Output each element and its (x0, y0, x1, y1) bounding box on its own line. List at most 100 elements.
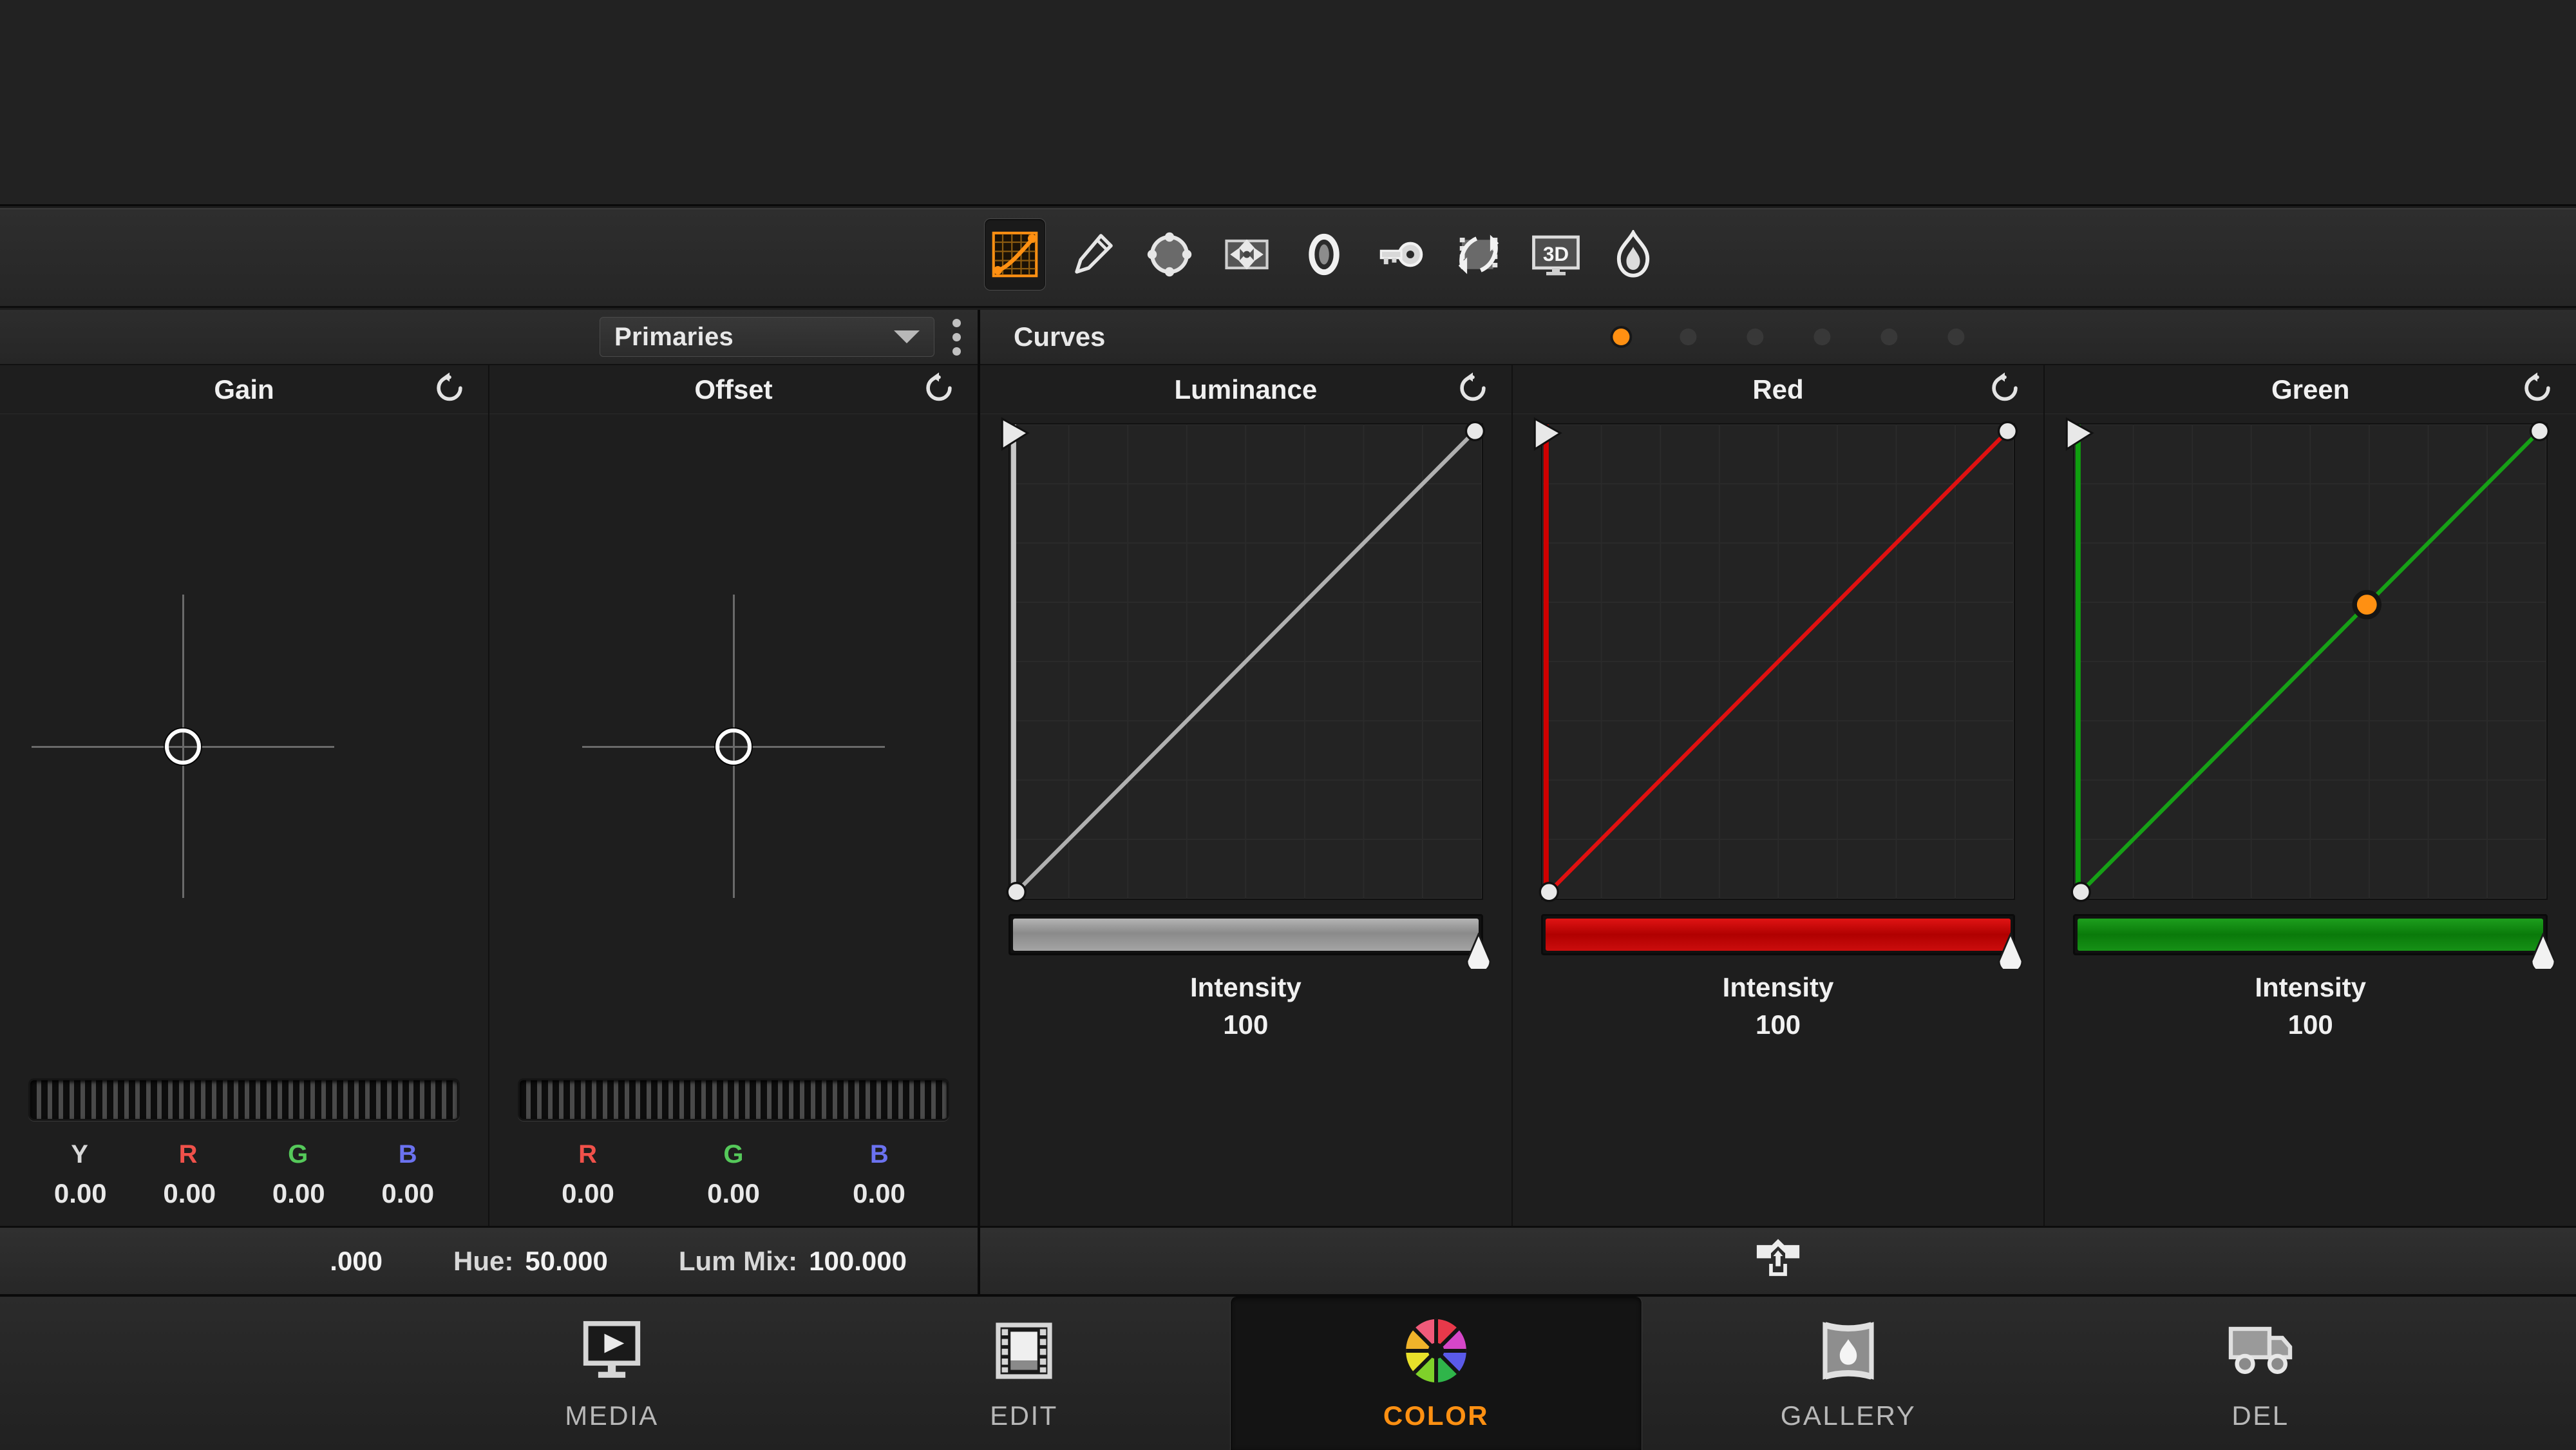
deliver-icon (2227, 1315, 2294, 1386)
viewer-area (0, 0, 2576, 204)
contrast-value: .000 (330, 1246, 383, 1277)
primaries-panel: Primaries Gain (0, 310, 980, 1294)
reset-icon[interactable] (922, 371, 956, 408)
gain-value-b[interactable]: 0.00 (381, 1178, 434, 1209)
page-dot-5[interactable] (1880, 329, 1897, 345)
offset-header: Offset (489, 365, 978, 414)
gain-wheel-area (0, 414, 488, 1078)
hue-field[interactable]: Hue: 50.000 (453, 1246, 608, 1277)
key-tool-button[interactable] (1370, 218, 1432, 291)
red-title: Red (1752, 374, 1803, 405)
nav-item-color[interactable]: COLOR (1230, 1297, 1642, 1450)
nav-label-deliver: DEL (2231, 1400, 2289, 1431)
gain-channel-values: 0.00 0.00 0.00 0.00 (0, 1178, 488, 1226)
three-d-icon: 3D (1528, 231, 1584, 278)
gain-value-r[interactable]: 0.00 (163, 1178, 216, 1209)
green-intensity-label: Intensity 100 (2073, 972, 2548, 1040)
curves-tool-button[interactable] (984, 218, 1046, 291)
data-burn-tool-button[interactable] (1602, 218, 1664, 291)
offset-value-b[interactable]: 0.00 (853, 1178, 905, 1209)
tracker-tool-button[interactable] (1216, 218, 1278, 291)
luminance-intensity-slider[interactable] (1009, 914, 1483, 955)
primaries-mode-dropdown[interactable]: Primaries (600, 317, 934, 357)
red-intensity-value[interactable]: 100 (1541, 1009, 2016, 1040)
blur-icon (1301, 231, 1347, 278)
tracker-icon (1224, 231, 1270, 278)
offset-master-slider[interactable] (518, 1078, 949, 1121)
gain-master-slider[interactable] (28, 1078, 460, 1121)
red-intensity-key: Intensity (1541, 972, 2016, 1003)
offset-title: Offset (694, 374, 772, 405)
curves-page-dots (1613, 329, 1964, 345)
collapse-panel-button[interactable] (1752, 1236, 1804, 1286)
gain-wheel-handle[interactable] (165, 729, 201, 765)
reset-icon[interactable] (2521, 371, 2554, 408)
offset-value-g[interactable]: 0.00 (707, 1178, 760, 1209)
nav-item-media[interactable]: MEDIA (406, 1297, 818, 1450)
luminance-title: Luminance (1174, 374, 1317, 405)
color-wheel-gain: Gain (0, 365, 489, 1226)
curves-icon (990, 230, 1039, 279)
green-curve-plot[interactable] (2073, 423, 2548, 900)
luminance-intensity-value[interactable]: 100 (1009, 1009, 1483, 1040)
gain-value-y[interactable]: 0.00 (54, 1178, 107, 1209)
red-intensity-slider[interactable] (1541, 914, 2016, 955)
page-dot-2[interactable] (1680, 329, 1696, 345)
bottom-page-nav: MEDIA EDIT (0, 1294, 2576, 1450)
edit-icon (993, 1315, 1055, 1386)
three-d-tool-button[interactable]: 3D (1525, 218, 1587, 291)
nav-item-gallery[interactable]: GALLERY (1642, 1297, 2054, 1450)
gain-label-b: B (399, 1140, 417, 1169)
gallery-icon (1819, 1315, 1878, 1386)
curve-panel-red: Red (1513, 365, 2045, 1226)
key-icon (1377, 230, 1426, 279)
gain-value-g[interactable]: 0.00 (272, 1178, 325, 1209)
qualifier-tool-button[interactable] (1061, 218, 1123, 291)
green-intensity-thumb[interactable] (2529, 933, 2557, 969)
green-intensity-wrap: Intensity 100 (2045, 900, 2576, 1040)
offset-value-r[interactable]: 0.00 (562, 1178, 614, 1209)
chevron-down-icon (894, 330, 920, 343)
offset-wheel-handle[interactable] (715, 729, 752, 765)
reset-icon[interactable] (1456, 371, 1490, 408)
red-intensity-wrap: Intensity 100 (1513, 900, 2044, 1040)
lum-mix-field[interactable]: Lum Mix: 100.000 (679, 1246, 907, 1277)
media-icon (580, 1315, 644, 1386)
reset-icon[interactable] (1988, 371, 2022, 408)
power-window-tool-button[interactable] (1139, 218, 1200, 291)
palette-toolbar: 3D (0, 208, 2576, 308)
gain-wheel[interactable] (3, 566, 363, 927)
main-content: Primaries Gain (0, 310, 2576, 1294)
red-curve-plot[interactable] (1541, 423, 2016, 900)
reset-icon[interactable] (433, 371, 466, 408)
offset-channel-labels: R G B (489, 1140, 978, 1169)
luminance-intensity-label: Intensity 100 (1009, 972, 1483, 1040)
red-intensity-thumb[interactable] (1996, 933, 2025, 969)
page-dot-1[interactable] (1613, 329, 1629, 345)
luminance-intensity-key: Intensity (1009, 972, 1483, 1003)
luminance-plot-wrap (980, 414, 1511, 900)
sizing-tool-button[interactable] (1448, 218, 1510, 291)
curves-title: Curves (1014, 321, 1105, 352)
page-dot-6[interactable] (1947, 329, 1964, 345)
luminance-curve-plot[interactable] (1009, 423, 1483, 900)
gain-label-g: G (288, 1140, 308, 1169)
gain-knurl-wrap (0, 1078, 488, 1126)
green-curve-control-point[interactable] (2355, 593, 2380, 617)
luminance-header: Luminance (980, 365, 1511, 414)
offset-wheel[interactable] (553, 566, 914, 927)
nav-item-deliver[interactable]: DEL (2054, 1297, 2467, 1450)
page-dot-3[interactable] (1747, 329, 1763, 345)
page-dot-4[interactable] (1814, 329, 1830, 345)
green-intensity-slider[interactable] (2073, 914, 2548, 955)
green-intensity-value[interactable]: 100 (2073, 1009, 2548, 1040)
red-header: Red (1513, 365, 2044, 414)
primaries-options-button[interactable] (946, 315, 967, 359)
eject-icon (1752, 1236, 1804, 1286)
luminance-intensity-thumb[interactable] (1464, 933, 1493, 969)
contrast-field[interactable]: .000 (330, 1246, 383, 1277)
nav-item-edit[interactable]: EDIT (818, 1297, 1230, 1450)
blur-tool-button[interactable] (1293, 218, 1355, 291)
viewer-strip (0, 0, 2576, 206)
lum-mix-value: 100.000 (809, 1246, 907, 1277)
